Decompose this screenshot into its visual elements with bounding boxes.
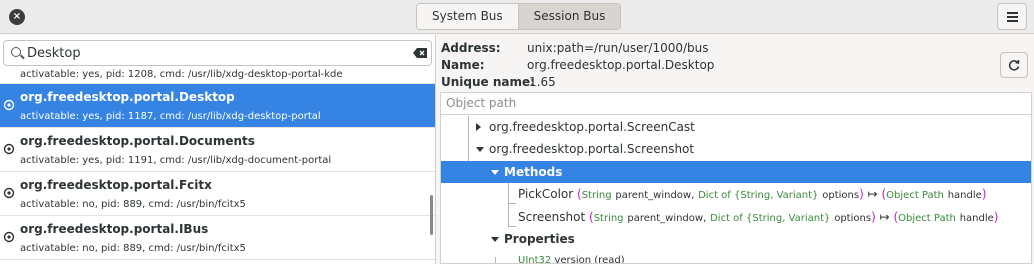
tree-node-label: org.freedesktop.portal.ScreenCast <box>489 120 695 134</box>
property-name: version <box>554 255 592 264</box>
list-item[interactable]: org.freedesktop.portal.Desktop activatab… <box>0 84 435 128</box>
hamburger-icon-line <box>1007 20 1018 22</box>
collapse-arrow-icon[interactable] <box>491 170 499 175</box>
list-item[interactable]: org.freedesktop.portal.Fcitx activatable… <box>0 172 435 216</box>
service-detail: activatable: no, pid: 889, cmd: /usr/bin… <box>20 199 246 210</box>
paren: ) <box>981 187 987 201</box>
tree-node-label: Methods <box>504 165 563 179</box>
service-name: org.freedesktop.portal.Desktop <box>20 90 235 104</box>
tree-node-properties[interactable]: Properties <box>441 228 1031 250</box>
arg-type: Dict of {String, Variant} <box>698 190 819 201</box>
service-detail: activatable: yes, pid: 1191, cmd: /usr/l… <box>20 155 332 166</box>
object-tree: Object path org.freedesktop.portal.Scree… <box>440 92 1032 264</box>
service-name: org.freedesktop.portal.Fcitx <box>20 178 212 192</box>
search-input[interactable]: Desktop <box>3 40 432 66</box>
clear-search-icon[interactable] <box>413 48 427 58</box>
arg-name: options <box>834 213 872 224</box>
paren: ) <box>859 187 864 201</box>
hamburger-icon-line <box>1007 16 1018 18</box>
header-bar: × System Bus Session Bus <box>0 0 1034 34</box>
returns-arrow-icon: ↦ <box>867 187 878 201</box>
hamburger-icon <box>1007 12 1018 14</box>
list-item[interactable]: org.freedesktop.portal.IBus activatable:… <box>0 216 435 260</box>
address-value: unix:path=/run/user/1000/bus <box>527 41 709 55</box>
arg-type: String <box>593 213 624 224</box>
method-pickcolor[interactable]: PickColor (String parent_window, Dict of… <box>441 183 1031 205</box>
search-value: Desktop <box>27 46 81 61</box>
property-type: UInt32 <box>518 255 552 264</box>
details-pane: Address: unix:path=/run/user/1000/bus Na… <box>437 35 1034 264</box>
arg-type: Dict of {String, Variant} <box>710 213 831 224</box>
tree-column-header[interactable]: Object path <box>441 93 1031 115</box>
list-item[interactable]: activatable: yes, pid: 1208, cmd: /usr/l… <box>0 69 435 84</box>
service-icon <box>3 187 15 199</box>
service-name: org.freedesktop.portal.Documents <box>20 134 255 148</box>
name-value: org.freedesktop.portal.Desktop <box>527 58 715 72</box>
method-name: PickColor <box>518 187 574 201</box>
tree-node-label: Properties <box>504 232 575 246</box>
scrollbar[interactable] <box>430 195 433 235</box>
close-button[interactable]: × <box>9 9 25 25</box>
property-access: (read) <box>594 255 625 264</box>
return-type: Object Path <box>886 190 944 201</box>
arg-name: parent_window, <box>615 190 695 201</box>
service-icon <box>3 99 15 111</box>
address-label: Address: <box>441 41 501 55</box>
service-detail: activatable: yes, pid: 1208, cmd: /usr/l… <box>20 69 343 80</box>
expand-arrow-icon[interactable] <box>476 123 481 131</box>
property-signature: UInt32 version (read) <box>518 250 625 264</box>
paren: ) <box>993 210 999 224</box>
search-icon <box>11 47 21 57</box>
service-list: activatable: yes, pid: 1208, cmd: /usr/l… <box>0 69 435 260</box>
tree-node-screenshot[interactable]: org.freedesktop.portal.Screenshot <box>441 138 1031 160</box>
method-name: Screenshot <box>518 210 586 224</box>
service-list-pane: Desktop activatable: yes, pid: 1208, cmd… <box>0 35 436 264</box>
session-bus-button[interactable]: Session Bus <box>517 4 621 29</box>
returns-arrow-icon: ↦ <box>879 210 890 224</box>
arg-name: parent_window, <box>627 213 707 224</box>
property-version[interactable]: UInt32 version (read) <box>441 250 1031 264</box>
unique-name-label: Unique name: <box>441 75 535 89</box>
refresh-icon <box>1008 60 1020 71</box>
name-label: Name: <box>441 58 485 72</box>
tree-node-methods[interactable]: Methods <box>441 161 1031 183</box>
system-bus-button[interactable]: System Bus <box>417 4 518 29</box>
list-item[interactable]: org.freedesktop.portal.Documents activat… <box>0 128 435 172</box>
menu-button[interactable] <box>997 3 1027 30</box>
return-name: handle <box>947 190 982 201</box>
tree-node-label: org.freedesktop.portal.Screenshot <box>489 142 695 156</box>
service-icon <box>3 143 15 155</box>
refresh-button[interactable] <box>1000 52 1028 78</box>
tree-node-screencast[interactable]: org.freedesktop.portal.ScreenCast <box>441 116 1031 138</box>
arg-type: String <box>581 190 612 201</box>
service-detail: activatable: yes, pid: 1187, cmd: /usr/l… <box>20 111 321 122</box>
service-name: org.freedesktop.portal.IBus <box>20 222 209 236</box>
arg-name: options <box>822 190 860 201</box>
bus-switcher: System Bus Session Bus <box>416 3 622 30</box>
collapse-arrow-icon[interactable] <box>491 237 499 242</box>
return-type: Object Path <box>898 213 956 224</box>
service-icon <box>3 231 15 243</box>
service-detail: activatable: no, pid: 889, cmd: /usr/bin… <box>20 243 246 254</box>
return-name: handle <box>959 213 994 224</box>
method-signature: PickColor (String parent_window, Dict of… <box>518 183 987 207</box>
method-screenshot[interactable]: Screenshot (String parent_window, Dict o… <box>441 206 1031 228</box>
collapse-arrow-icon[interactable] <box>476 147 484 152</box>
unique-name-value: :1.65 <box>525 75 556 89</box>
method-signature: Screenshot (String parent_window, Dict o… <box>518 206 998 230</box>
paren: ) <box>871 210 876 224</box>
